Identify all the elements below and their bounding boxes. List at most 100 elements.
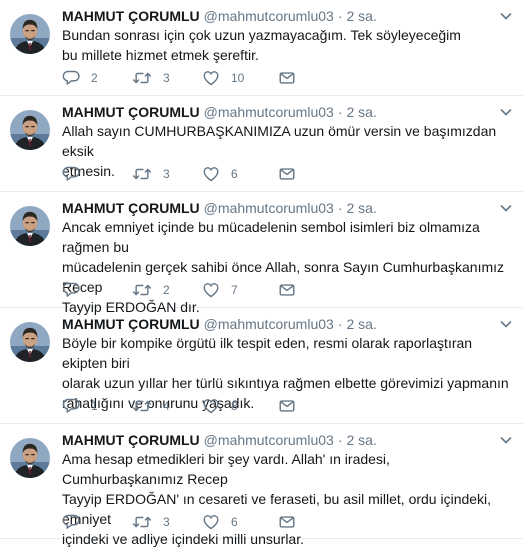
tweet-header: MAHMUT ÇORUMLU @mahmutcorumlu03 · 2 sa. xyxy=(62,314,377,334)
tweet[interactable]: MAHMUT ÇORUMLU @mahmutcorumlu03 · 2 sa. Ama… xyxy=(0,424,523,547)
separator-dot: · xyxy=(337,316,343,332)
direct-message-button[interactable] xyxy=(278,280,296,300)
tweet-actions: 2 7 xyxy=(62,280,302,300)
reply-button[interactable]: 2 xyxy=(62,68,98,88)
heart-icon xyxy=(202,397,220,415)
like-count: 10 xyxy=(231,71,245,85)
tweet[interactable]: MAHMUT ÇORUMLU @mahmutcorumlu03 · 2 sa. Böy… xyxy=(0,308,523,424)
separator-dot: · xyxy=(337,432,343,448)
tweet[interactable]: MAHMUT ÇORUMLU @mahmutcorumlu03 · 2 sa. All… xyxy=(0,96,523,192)
retweet-button[interactable]: 2 xyxy=(132,280,170,300)
retweet-count: 3 xyxy=(163,515,170,529)
avatar[interactable] xyxy=(10,322,50,362)
chevron-down-icon[interactable] xyxy=(499,9,513,23)
timestamp[interactable]: 2 sa. xyxy=(346,200,376,216)
like-count: 8 xyxy=(231,399,238,413)
reply-icon xyxy=(62,165,80,183)
author-handle[interactable]: @mahmutcorumlu03 xyxy=(204,104,334,120)
heart-icon xyxy=(202,165,220,183)
tweet[interactable]: MAHMUT ÇORUMLU @mahmutcorumlu03 · 2 sa. Bun… xyxy=(0,0,523,96)
reply-count: 1 xyxy=(91,399,98,413)
retweet-count: 3 xyxy=(163,71,170,85)
reply-button[interactable]: 1 xyxy=(62,396,98,416)
retweet-icon xyxy=(132,165,152,183)
envelope-icon xyxy=(278,69,296,87)
direct-message-button[interactable] xyxy=(278,396,296,416)
retweet-count: 3 xyxy=(163,167,170,181)
heart-icon xyxy=(202,69,220,87)
author-name[interactable]: MAHMUT ÇORUMLU xyxy=(62,316,200,332)
reply-icon xyxy=(62,513,80,531)
retweet-icon xyxy=(132,69,152,87)
author-handle[interactable]: @mahmutcorumlu03 xyxy=(204,432,334,448)
tweet-actions: 3 6 xyxy=(62,164,302,184)
separator-dot: · xyxy=(337,8,343,24)
tweet-header: MAHMUT ÇORUMLU @mahmutcorumlu03 · 2 sa. xyxy=(62,6,377,26)
avatar[interactable] xyxy=(10,438,50,478)
avatar[interactable] xyxy=(10,14,50,54)
reply-button[interactable] xyxy=(62,164,91,184)
tweet-actions: 2 3 10 xyxy=(62,68,302,88)
timeline: MAHMUT ÇORUMLU @mahmutcorumlu03 · 2 sa. Bun… xyxy=(0,0,523,547)
retweet-button[interactable]: 4 xyxy=(132,396,170,416)
author-handle[interactable]: @mahmutcorumlu03 xyxy=(204,8,334,24)
like-button[interactable]: 10 xyxy=(202,68,244,88)
author-name[interactable]: MAHMUT ÇORUMLU xyxy=(62,200,200,216)
tweet-actions: 1 4 8 xyxy=(62,396,302,416)
like-count: 6 xyxy=(231,167,238,181)
envelope-icon xyxy=(278,513,296,531)
direct-message-button[interactable] xyxy=(278,68,296,88)
envelope-icon xyxy=(278,165,296,183)
like-button[interactable]: 6 xyxy=(202,512,238,532)
like-count: 6 xyxy=(231,515,238,529)
like-button[interactable]: 6 xyxy=(202,164,238,184)
chevron-down-icon[interactable] xyxy=(499,201,513,215)
like-count: 7 xyxy=(231,283,238,297)
author-name[interactable]: MAHMUT ÇORUMLU xyxy=(62,8,200,24)
retweet-count: 4 xyxy=(163,399,170,413)
retweet-icon xyxy=(132,397,152,415)
reply-icon xyxy=(62,281,80,299)
envelope-icon xyxy=(278,281,296,299)
retweet-button[interactable]: 3 xyxy=(132,164,170,184)
direct-message-button[interactable] xyxy=(278,512,296,532)
chevron-down-icon[interactable] xyxy=(499,105,513,119)
author-handle[interactable]: @mahmutcorumlu03 xyxy=(204,316,334,332)
avatar[interactable] xyxy=(10,110,50,150)
tweet-header: MAHMUT ÇORUMLU @mahmutcorumlu03 · 2 sa. xyxy=(62,430,377,450)
separator-dot: · xyxy=(337,200,343,216)
timestamp[interactable]: 2 sa. xyxy=(346,104,376,120)
reply-button[interactable] xyxy=(62,512,91,532)
reply-button[interactable] xyxy=(62,280,91,300)
timestamp[interactable]: 2 sa. xyxy=(346,316,376,332)
separator-dot: · xyxy=(337,104,343,120)
author-handle[interactable]: @mahmutcorumlu03 xyxy=(204,200,334,216)
timestamp[interactable]: 2 sa. xyxy=(346,8,376,24)
tweet-text: Ancak emniyet içinde bu mücadelenin semb… xyxy=(62,219,505,315)
heart-icon xyxy=(202,513,220,531)
tweet-text: Bundan sonrası için çok uzun yazmayacağı… xyxy=(62,27,461,63)
heart-icon xyxy=(202,281,220,299)
timestamp[interactable]: 2 sa. xyxy=(346,432,376,448)
retweet-icon xyxy=(132,513,152,531)
reply-icon xyxy=(62,69,80,87)
avatar[interactable] xyxy=(10,206,50,246)
tweet-text: Ama hesap etmedikleri bir şey vardı. All… xyxy=(62,451,492,547)
like-button[interactable]: 8 xyxy=(202,396,238,416)
tweet[interactable]: MAHMUT ÇORUMLU @mahmutcorumlu03 · 2 sa. Anc… xyxy=(0,192,523,315)
retweet-count: 2 xyxy=(163,283,170,297)
retweet-button[interactable]: 3 xyxy=(132,512,170,532)
author-name[interactable]: MAHMUT ÇORUMLU xyxy=(62,432,200,448)
author-name[interactable]: MAHMUT ÇORUMLU xyxy=(62,104,200,120)
tweet-header: MAHMUT ÇORUMLU @mahmutcorumlu03 · 2 sa. xyxy=(62,198,377,218)
retweet-button[interactable]: 3 xyxy=(132,68,170,88)
tweet-header: MAHMUT ÇORUMLU @mahmutcorumlu03 · 2 sa. xyxy=(62,102,377,122)
chevron-down-icon[interactable] xyxy=(499,317,513,331)
tweet-actions: 3 6 xyxy=(62,512,302,532)
retweet-icon xyxy=(132,281,152,299)
chevron-down-icon[interactable] xyxy=(499,433,513,447)
direct-message-button[interactable] xyxy=(278,164,296,184)
like-button[interactable]: 7 xyxy=(202,280,238,300)
reply-count: 2 xyxy=(91,71,98,85)
reply-icon xyxy=(62,397,80,415)
